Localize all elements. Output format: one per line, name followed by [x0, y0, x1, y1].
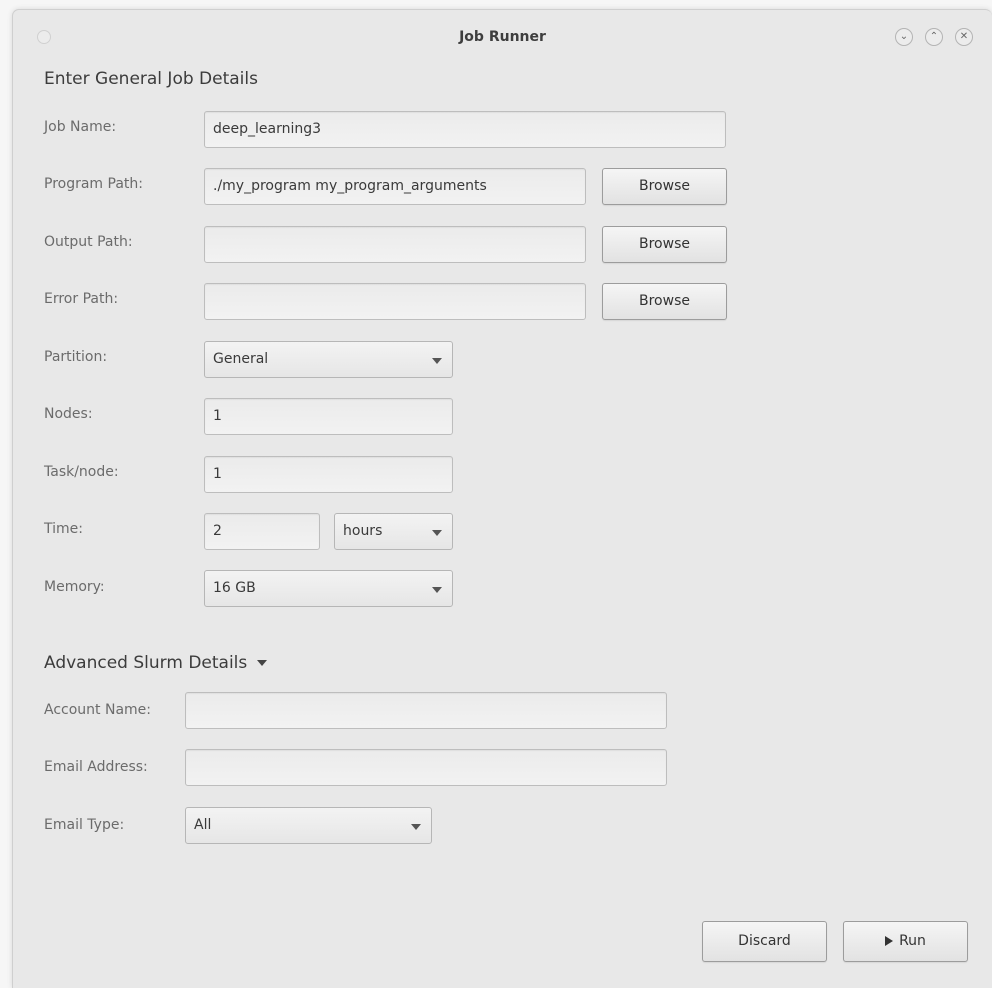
email-type-selected-value: All [194, 817, 212, 833]
time-input[interactable]: 2 [204, 513, 320, 550]
program-path-input[interactable]: ./my_program my_program_arguments [204, 168, 586, 205]
caret-down-icon [411, 824, 421, 830]
output-path-input[interactable] [204, 226, 586, 263]
time-label: Time: [44, 521, 83, 537]
program-path-label: Program Path: [44, 176, 143, 192]
memory-label: Memory: [44, 579, 105, 595]
job-name-label: Job Name: [44, 119, 117, 135]
window-title: Job Runner [459, 29, 546, 45]
email-address-input[interactable] [185, 749, 667, 786]
error-path-input[interactable] [204, 283, 586, 320]
job-name-input[interactable]: deep_learning3 [204, 111, 726, 148]
caret-down-icon [257, 660, 268, 666]
chevron-down-icon: ⌄ [899, 31, 909, 42]
email-type-select[interactable]: All [185, 807, 432, 844]
memory-selected-value: 16 GB [213, 580, 256, 596]
nodes-label: Nodes: [44, 406, 93, 422]
program-path-browse-button[interactable]: Browse [602, 168, 727, 205]
caret-down-icon [432, 358, 442, 364]
output-path-browse-button[interactable]: Browse [602, 226, 727, 263]
job-runner-window: Job Runner ⌄ ⌃ ✕ Enter General Job Detai… [12, 9, 992, 988]
advanced-section-heading: Advanced Slurm Details [44, 653, 248, 673]
email-type-label: Email Type: [44, 817, 125, 833]
error-path-browse-button[interactable]: Browse [602, 283, 727, 320]
nodes-input[interactable]: 1 [204, 398, 453, 435]
run-button[interactable]: Run [843, 921, 968, 962]
account-name-input[interactable] [185, 692, 667, 729]
partition-label: Partition: [44, 349, 108, 365]
account-name-label: Account Name: [44, 702, 151, 718]
close-icon: ✕ [959, 31, 969, 42]
play-icon [885, 936, 894, 946]
output-path-label: Output Path: [44, 234, 133, 250]
title-bar[interactable]: Job Runner ⌄ ⌃ ✕ [13, 10, 992, 58]
caret-down-icon [432, 587, 442, 593]
advanced-section-expander[interactable]: Advanced Slurm Details [44, 653, 268, 673]
email-address-label: Email Address: [44, 759, 148, 775]
partition-select[interactable]: General [204, 341, 453, 378]
close-button[interactable]: ✕ [955, 28, 973, 46]
memory-select[interactable]: 16 GB [204, 570, 453, 607]
chevron-up-icon: ⌃ [929, 31, 939, 42]
caret-down-icon [432, 530, 442, 536]
run-button-label: Run [899, 933, 926, 949]
time-unit-selected-value: hours [343, 523, 383, 539]
time-unit-select[interactable]: hours [334, 513, 453, 550]
task-node-label: Task/node: [44, 464, 119, 480]
partition-selected-value: General [213, 351, 269, 367]
discard-button[interactable]: Discard [702, 921, 827, 962]
error-path-label: Error Path: [44, 291, 119, 307]
task-node-input[interactable]: 1 [204, 456, 453, 493]
minimize-button[interactable]: ⌄ [895, 28, 913, 46]
maximize-button[interactable]: ⌃ [925, 28, 943, 46]
general-section-heading: Enter General Job Details [44, 69, 258, 89]
